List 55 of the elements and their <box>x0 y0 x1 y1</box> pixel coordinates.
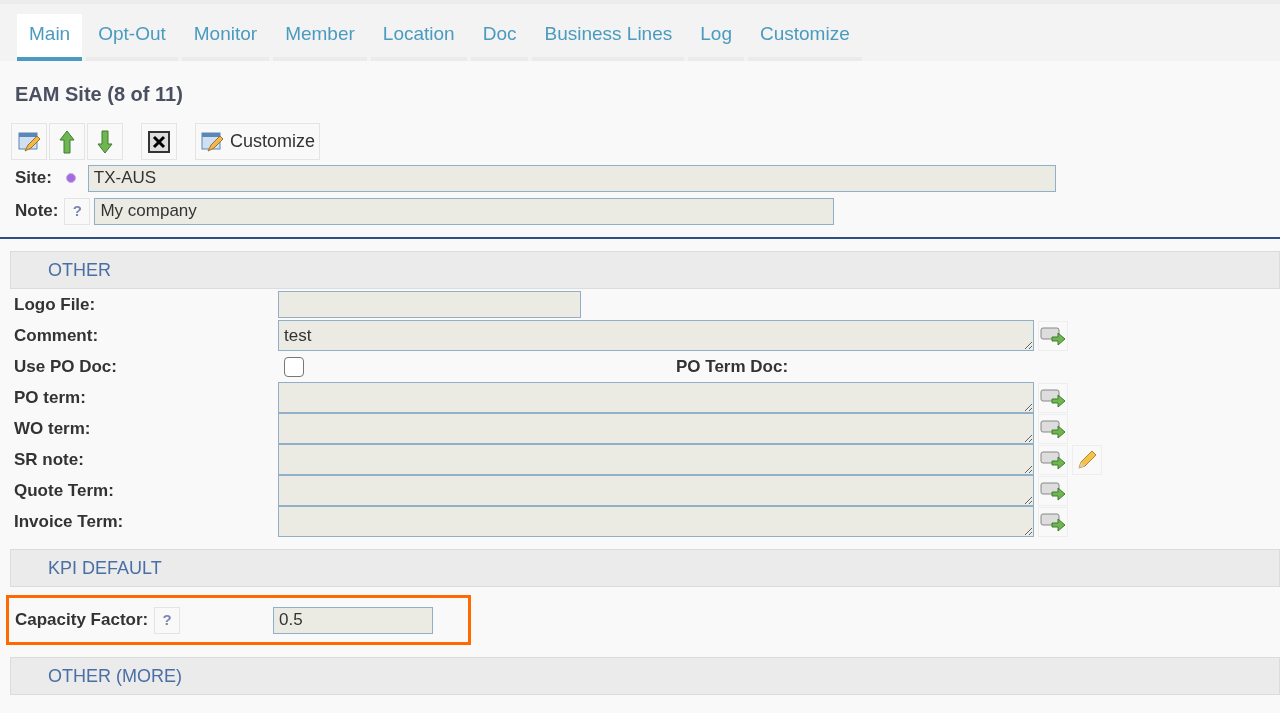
checkbox[interactable] <box>284 356 304 377</box>
monitor-arrow-icon <box>1040 479 1066 502</box>
monitor-arrow-icon <box>1040 510 1066 533</box>
form-edit-icon <box>200 129 224 154</box>
move-up-button[interactable] <box>49 123 85 160</box>
edit-button[interactable] <box>1072 444 1102 475</box>
text-area[interactable] <box>278 444 1034 475</box>
field-label: Comment: <box>14 324 99 347</box>
field-label: Logo File: <box>14 293 96 316</box>
help-button[interactable]: ? <box>154 606 181 634</box>
field-label: PO Term Doc: <box>676 355 789 378</box>
monitor-arrow-icon <box>1040 417 1066 440</box>
move-down-button[interactable] <box>87 123 123 160</box>
open-editor-button[interactable] <box>1038 413 1068 444</box>
text-area[interactable] <box>278 382 1034 413</box>
text-field[interactable]: My company <box>94 197 835 225</box>
field-label: WO term: <box>14 417 91 440</box>
page-title: EAM Site (8 of 11) <box>15 82 184 107</box>
text-area[interactable]: test <box>278 320 1034 351</box>
section-header[interactable]: OTHER <box>10 251 1280 289</box>
edit-button[interactable] <box>11 123 47 160</box>
open-editor-button[interactable] <box>1038 444 1068 475</box>
text-area[interactable] <box>278 475 1034 506</box>
monitor-arrow-icon <box>1040 324 1066 347</box>
field-label: Invoice Term: <box>14 510 124 533</box>
open-editor-button[interactable] <box>1038 382 1068 413</box>
help-button[interactable]: ? <box>64 197 91 225</box>
text-area[interactable] <box>278 413 1034 444</box>
section-header[interactable]: KPI DEFAULT <box>10 549 1280 587</box>
section-header[interactable]: OTHER (MORE) <box>10 657 1280 695</box>
close-icon <box>148 130 170 153</box>
field-label: SR note: <box>14 448 84 471</box>
field-label: Capacity Factor: <box>15 609 149 632</box>
open-editor-button[interactable] <box>1038 506 1068 537</box>
text-field[interactable]: TX-AUS <box>87 164 1056 192</box>
text-area[interactable] <box>278 506 1034 537</box>
open-editor-button[interactable] <box>1038 475 1068 506</box>
field-label: Use PO Doc: <box>14 355 117 378</box>
monitor-arrow-icon <box>1040 386 1066 409</box>
down-arrow-icon <box>97 129 113 154</box>
field-label: PO term: <box>14 386 86 409</box>
required-dot-icon <box>65 173 76 183</box>
text-field[interactable]: 0.5 <box>273 606 433 634</box>
up-arrow-icon <box>59 129 75 154</box>
field-label: Site: <box>15 167 52 190</box>
customize-button[interactable]: Customize <box>195 123 321 160</box>
tab[interactable]: Main <box>17 14 83 61</box>
text-field[interactable] <box>278 291 581 318</box>
form-edit-icon <box>17 129 41 154</box>
field-label: Quote Term: <box>14 479 114 502</box>
open-editor-button[interactable] <box>1038 320 1068 351</box>
delete-button[interactable] <box>141 123 177 160</box>
monitor-arrow-icon <box>1040 448 1066 471</box>
field-label: Note: <box>15 200 59 223</box>
pencil-icon <box>1076 448 1098 471</box>
